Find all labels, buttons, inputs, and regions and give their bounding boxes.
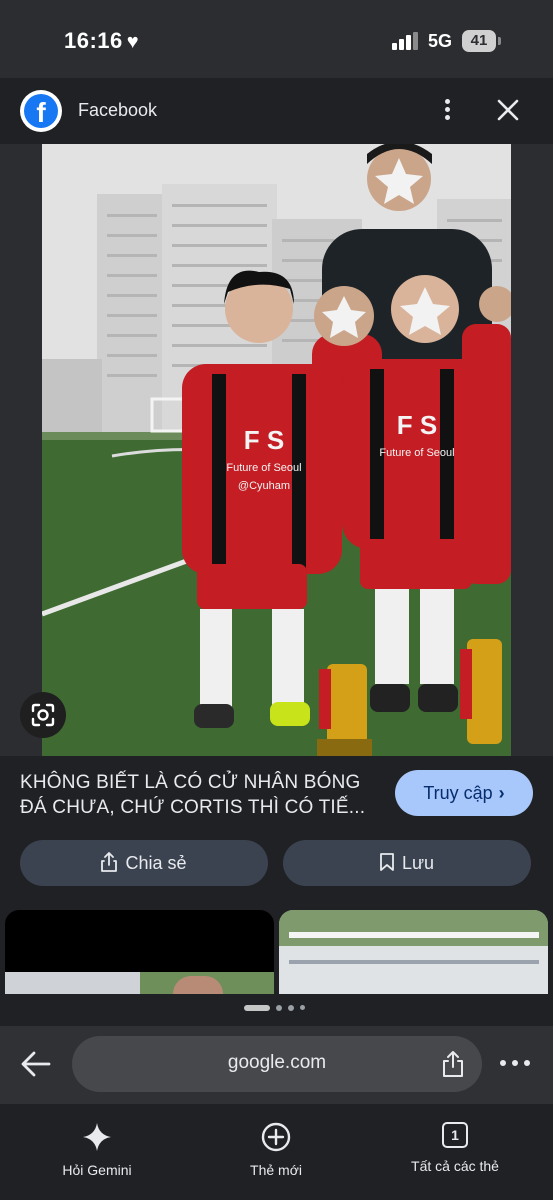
url-text: google.com [227,1052,327,1073]
clock-text: 16:16 [64,28,123,53]
tabs-count: 1 [451,1127,459,1143]
nav-new-tab[interactable]: Thẻ mới [201,1122,351,1178]
jersey-logo-right: F S [397,410,437,440]
nav-new-tab-label: Thẻ mới [250,1162,302,1178]
back-arrow-icon[interactable] [20,1050,52,1078]
result-caption[interactable]: KHÔNG BIẾT LÀ CÓ CỬ NHÂN BÓNG ĐÁ CHƯA, C… [20,770,380,820]
address-bar[interactable]: google.com [72,1036,482,1092]
browser-toolbar: google.com [0,1026,553,1104]
source-name: Facebook [78,100,158,120]
tabs-icon: 1 [442,1122,468,1148]
google-lens-icon[interactable] [20,692,66,738]
share-icon [101,852,118,873]
jersey-subtext-left: Future of Seoul [226,462,301,474]
add-circle-icon [261,1122,291,1152]
network-label: 5G [428,31,453,51]
save-button[interactable]: Lưu [283,840,531,886]
result-image[interactable]: F S Future of Seoul @Cyuham F S Future o… [42,144,511,756]
share-label: Chia sẻ [125,853,187,873]
nav-ask-gemini[interactable]: Hỏi Gemini [22,1122,172,1178]
jersey-subtext-right: Future of Seoul [379,447,454,459]
signal-icon [392,32,418,50]
facebook-logo-icon: f [20,90,62,132]
more-vert-icon[interactable] [436,96,458,126]
bottom-nav: Hỏi Gemini Thẻ mới 1 Tất cả các thẻ [0,1104,553,1200]
image-viewer: F S Future of Seoul @Cyuham F S Future o… [0,144,553,756]
battery-level: 41 [470,32,488,49]
nav-all-tabs[interactable]: 1 Tất cả các thẻ [380,1122,530,1174]
share-page-icon[interactable] [440,1050,466,1078]
facebook-logo-letter: f [36,97,46,128]
status-time: 16:16 ♥ [64,28,139,54]
status-bar: 16:16 ♥ 5G 41 [0,0,553,78]
photo-scene: F S Future of Seoul @Cyuham F S Future o… [42,144,511,756]
source-header: f Facebook [0,78,553,144]
share-button[interactable]: Chia sẻ [20,840,268,886]
chevron-right-icon: › [498,783,505,803]
bookmark-icon [380,853,394,872]
save-label: Lưu [401,853,435,873]
gemini-sparkle-icon [83,1123,111,1151]
battery-icon: 41 [462,30,501,52]
jersey-handle: @Cyuham [238,480,290,492]
nav-ask-gemini-label: Hỏi Gemini [62,1162,132,1178]
jersey-logo-left: F S [244,425,284,455]
more-horiz-icon[interactable] [500,1060,534,1068]
visit-button[interactable]: Truy cập › [395,770,533,816]
heart-icon: ♥ [126,31,140,53]
close-icon[interactable] [494,96,522,124]
visit-label: Truy cập [423,783,493,803]
related-image-2[interactable] [279,910,548,994]
related-image-1[interactable] [5,910,274,994]
nav-all-tabs-label: Tất cả các thẻ [411,1158,499,1174]
pagination-dots [244,1005,314,1013]
